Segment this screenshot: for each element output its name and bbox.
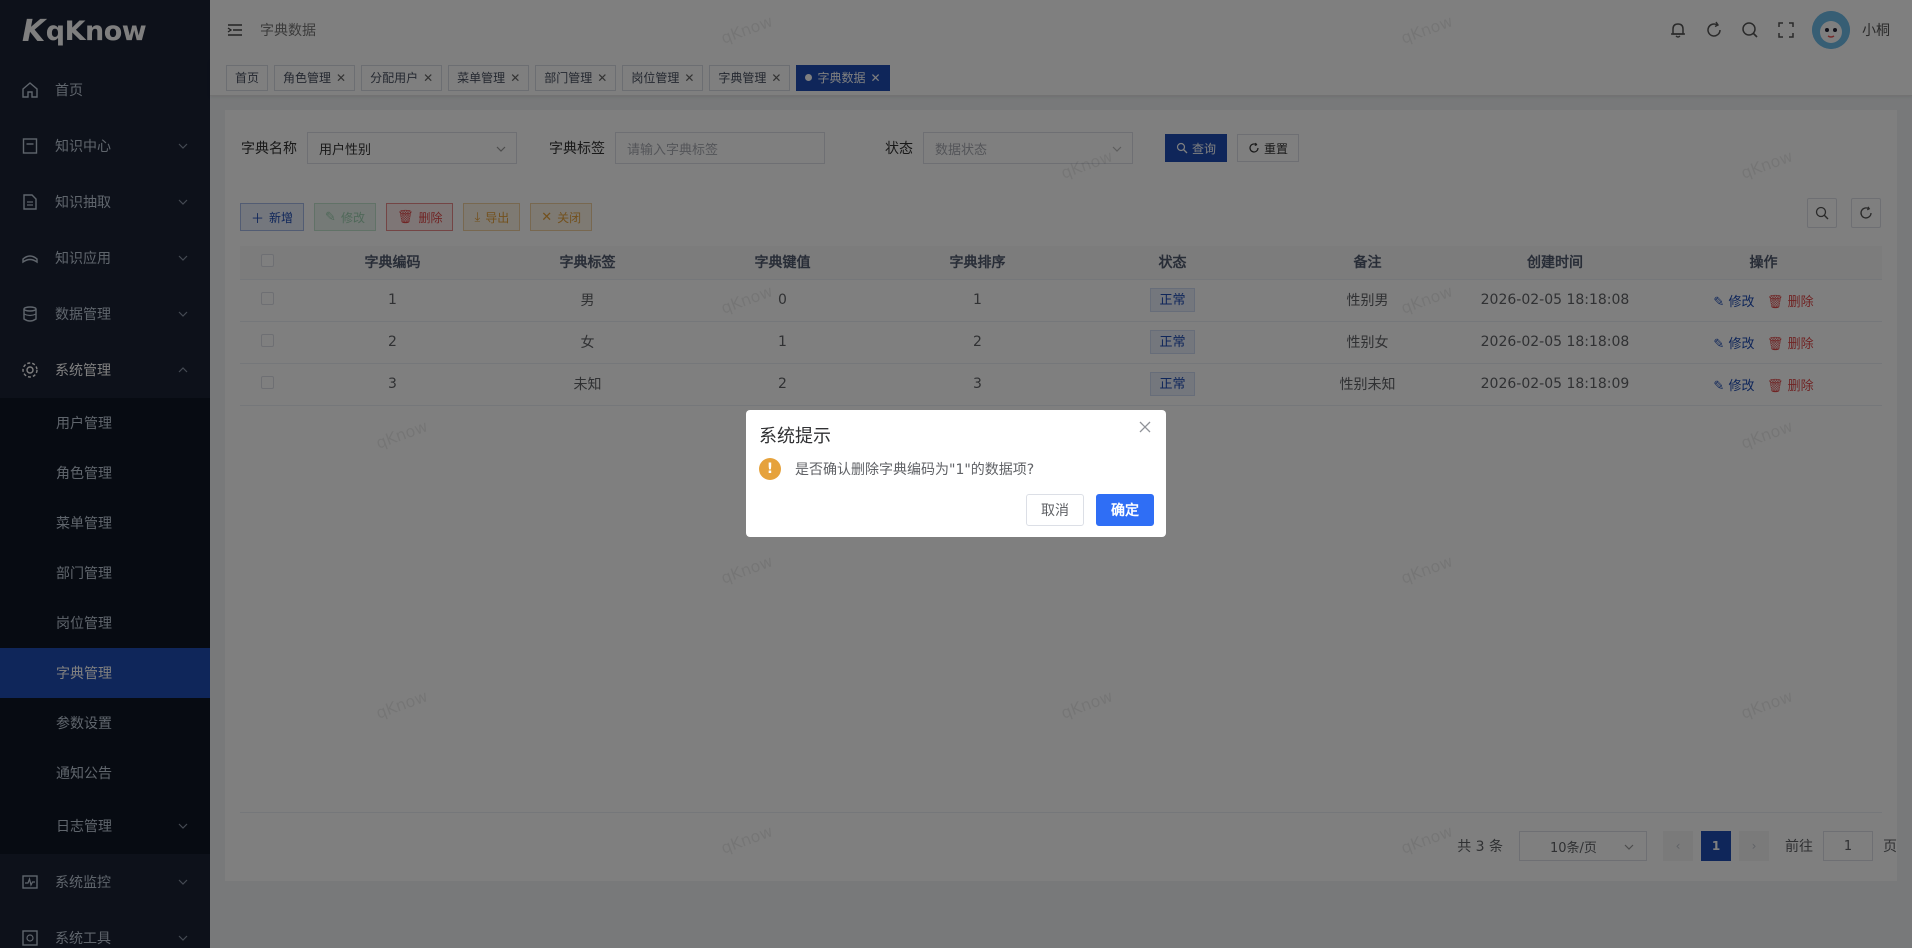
dialog-body: ! 是否确认删除字典编码为"1"的数据项? [759,458,1034,480]
close-icon[interactable] [1138,420,1152,434]
warning-icon: ! [759,458,781,480]
confirm-dialog: 系统提示 ! 是否确认删除字典编码为"1"的数据项? 取消 确定 [746,410,1166,537]
confirm-button[interactable]: 确定 [1096,494,1154,526]
dialog-message: 是否确认删除字典编码为"1"的数据项? [795,462,1035,478]
cancel-button[interactable]: 取消 [1026,494,1084,526]
dialog-title: 系统提示 [759,426,831,447]
dialog-footer: 取消 确定 [1014,494,1154,526]
